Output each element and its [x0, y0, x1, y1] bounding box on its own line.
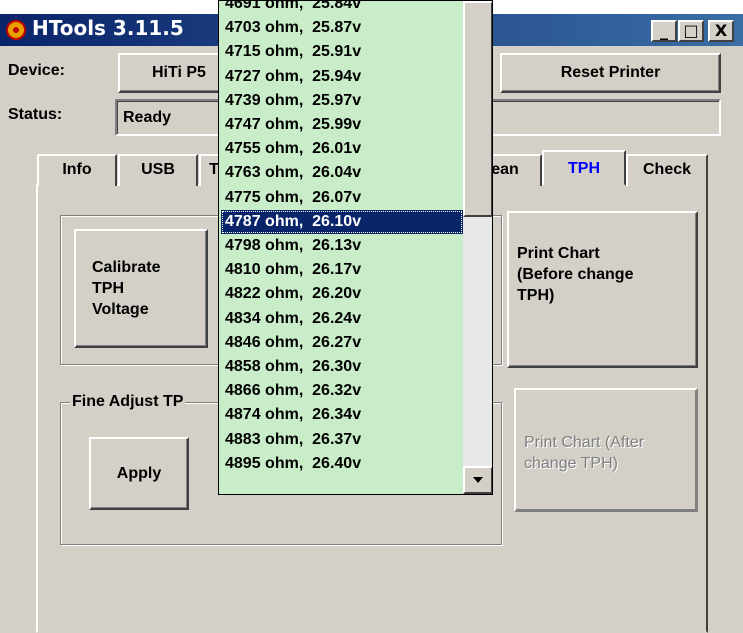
apply-button[interactable]: Apply [89, 437, 189, 510]
voltage-dropdown-list[interactable]: 4691 ohm, 25.84v 4703 ohm, 25.87v 4715 ohm… [218, 0, 493, 495]
voltage-option[interactable]: 4858 ohm, 26.30v [221, 355, 463, 379]
voltage-option[interactable]: 4703 ohm, 25.87v [221, 16, 463, 40]
voltage-option[interactable]: 4715 ohm, 25.91v [221, 40, 463, 64]
print-after-line-1: Print Chart (After [524, 434, 645, 451]
minimize-button[interactable]: _ [651, 20, 677, 42]
dropdown-scrollbar[interactable] [463, 1, 492, 494]
tab-usb[interactable]: USB [118, 154, 198, 186]
print-chart-before-button[interactable]: Print Chart (Before change TPH) [507, 211, 698, 368]
voltage-option[interactable]: 4846 ohm, 26.27v [221, 331, 463, 355]
voltage-option[interactable]: 4895 ohm, 26.40v [221, 452, 463, 476]
app-icon [6, 20, 26, 40]
voltage-option[interactable]: 4739 ohm, 25.97v [221, 89, 463, 113]
triangle-down-icon [473, 477, 483, 483]
voltage-option[interactable]: 4747 ohm, 25.99v [221, 113, 463, 137]
fine-adjust-label: Fine Adjust TP [70, 393, 186, 411]
print-before-line-3: TPH) [517, 287, 555, 304]
maximize-button[interactable]: □ [678, 20, 704, 42]
apply-label: Apply [116, 464, 162, 482]
print-after-line-2: change TPH) [524, 455, 618, 472]
voltage-option[interactable]: 4810 ohm, 26.17v [221, 258, 463, 282]
device-label: Device: [8, 62, 65, 79]
calibrate-line-1: Calibrate [92, 259, 161, 276]
device-value: HiTi P5 [152, 64, 206, 81]
voltage-option[interactable]: 4798 ohm, 26.13v [221, 234, 463, 258]
voltage-option[interactable]: 4822 ohm, 26.20v [221, 282, 463, 306]
close-button[interactable]: X [708, 20, 734, 42]
voltage-option[interactable]: 4691 ohm, 25.84v [221, 1, 463, 16]
voltage-option[interactable]: 4727 ohm, 25.94v [221, 65, 463, 89]
print-chart-after-button: Print Chart (After change TPH) [514, 388, 698, 512]
scroll-down-button[interactable] [463, 466, 492, 494]
voltage-option[interactable]: 4775 ohm, 26.07v [221, 186, 463, 210]
print-before-line-1: Print Chart [517, 245, 600, 262]
tab-check[interactable]: Check [626, 154, 708, 186]
tab-info[interactable]: Info [37, 154, 117, 186]
window-title: HTools 3.11.5 [32, 16, 184, 40]
print-before-line-2: (Before change [517, 266, 634, 283]
voltage-option[interactable]: 4787 ohm, 26.10v [221, 209, 463, 234]
reset-printer-label: Reset Printer [560, 64, 661, 81]
scrollbar-thumb[interactable] [463, 1, 492, 217]
reset-printer-button[interactable]: Reset Printer [500, 53, 721, 93]
status-label: Status: [8, 106, 63, 123]
calibrate-line-3: Voltage [92, 301, 149, 318]
tab-tph[interactable]: TPH [542, 150, 626, 186]
voltage-option[interactable]: 4834 ohm, 26.24v [221, 307, 463, 331]
voltage-option[interactable]: 4874 ohm, 26.34v [221, 403, 463, 427]
voltage-option[interactable]: 4866 ohm, 26.32v [221, 379, 463, 403]
calibrate-line-2: TPH [92, 280, 124, 297]
calibrate-tph-voltage-button[interactable]: Calibrate TPH Voltage [74, 229, 208, 348]
voltage-option[interactable]: 4763 ohm, 26.04v [221, 161, 463, 185]
voltage-option[interactable]: 4883 ohm, 26.37v [221, 428, 463, 452]
status-value: Ready [123, 109, 172, 126]
voltage-option[interactable]: 4755 ohm, 26.01v [221, 137, 463, 161]
